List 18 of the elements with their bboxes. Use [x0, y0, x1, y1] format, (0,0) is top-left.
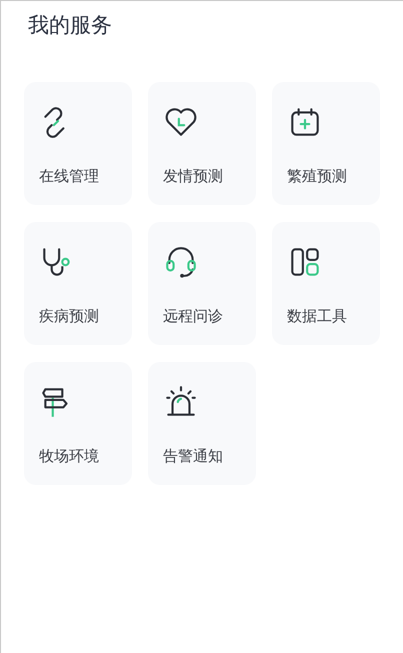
service-label: 繁殖预测	[287, 166, 347, 186]
service-label: 发情预测	[163, 166, 223, 186]
service-label: 告警通知	[163, 446, 223, 466]
service-card[interactable]: 在线管理	[24, 82, 132, 205]
service-card[interactable]: 发情预测	[148, 82, 256, 205]
service-label: 在线管理	[39, 166, 99, 186]
service-card[interactable]: 牧场环境	[24, 362, 132, 485]
service-card[interactable]: 告警通知	[148, 362, 256, 485]
service-card[interactable]: 疾病预测	[24, 222, 132, 345]
service-card[interactable]: 远程问诊	[148, 222, 256, 345]
service-label: 数据工具	[287, 306, 347, 326]
service-card[interactable]: 数据工具	[272, 222, 380, 345]
service-label: 牧场环境	[39, 446, 99, 466]
page-title: 我的服务	[28, 12, 112, 39]
service-label: 远程问诊	[163, 306, 223, 326]
headset-icon	[163, 244, 199, 280]
service-label: 疾病预测	[39, 306, 99, 326]
service-card[interactable]: 繁殖预测	[272, 82, 380, 205]
